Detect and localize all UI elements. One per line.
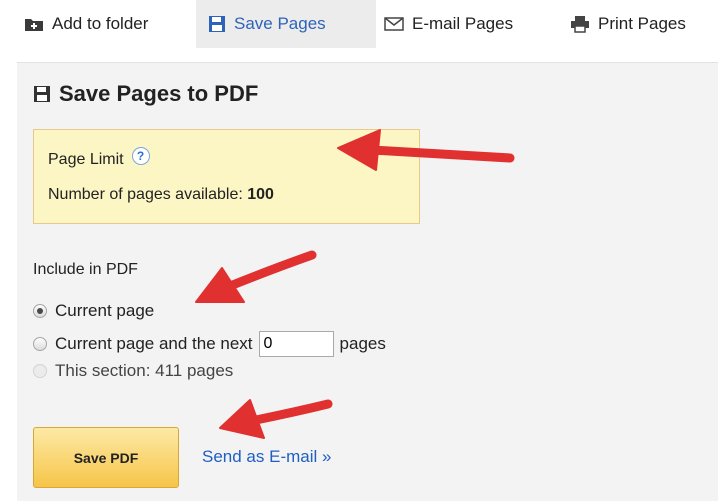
help-icon[interactable]: ? [131, 147, 150, 165]
option-pages-suffix: pages [339, 334, 386, 353]
page-limit-label: Page Limit [48, 151, 124, 168]
envelope-icon [384, 16, 404, 32]
toolbar: Add to folder Save Pages E-mail Pages Pr… [0, 0, 718, 48]
pages-available-label: Number of pages available: [48, 186, 243, 203]
save-pages-label: Save Pages [234, 14, 326, 33]
print-pages-label: Print Pages [598, 14, 686, 33]
option-this-section[interactable]: This section: 411 pages [33, 361, 233, 381]
floppy-disk-icon [208, 15, 226, 33]
radio-current-and-next[interactable] [33, 337, 47, 351]
page-limit-heading: Page Limit ? [48, 147, 150, 169]
email-pages-label: E-mail Pages [412, 14, 514, 33]
folder-add-icon [24, 16, 44, 32]
pages-available: Number of pages available: 100 [48, 186, 274, 204]
save-pages-button[interactable]: Save Pages [196, 0, 376, 48]
print-pages-button[interactable]: Print Pages [570, 0, 686, 48]
floppy-disk-icon [33, 85, 51, 103]
option-current-page[interactable]: Current page [33, 301, 154, 321]
add-to-folder-label: Add to folder [52, 14, 149, 33]
email-pages-button[interactable]: E-mail Pages [384, 0, 513, 48]
next-pages-input[interactable] [258, 331, 334, 357]
panel-title-text: Save Pages to PDF [59, 81, 259, 106]
option-current-and-next-label: Current page and the next [55, 334, 253, 353]
printer-icon [570, 15, 590, 33]
pages-available-value: 100 [247, 186, 274, 203]
page-limit-box: Page Limit ? Number of pages available: … [33, 129, 420, 224]
save-pages-panel: Save Pages to PDF Page Limit ? Number of… [17, 62, 718, 501]
include-in-pdf-label: Include in PDF [33, 261, 138, 278]
add-to-folder-button[interactable]: Add to folder [24, 0, 148, 48]
panel-title: Save Pages to PDF [33, 81, 258, 107]
option-this-section-label: This section: 411 pages [55, 361, 234, 380]
send-as-email-link[interactable]: Send as E-mail » [202, 447, 331, 467]
radio-this-section[interactable] [33, 364, 47, 378]
option-current-page-label: Current page [55, 301, 155, 320]
option-current-and-next[interactable]: Current page and the next pages [33, 331, 386, 357]
save-pdf-button[interactable]: Save PDF [33, 427, 179, 488]
radio-current-page[interactable] [33, 304, 47, 318]
